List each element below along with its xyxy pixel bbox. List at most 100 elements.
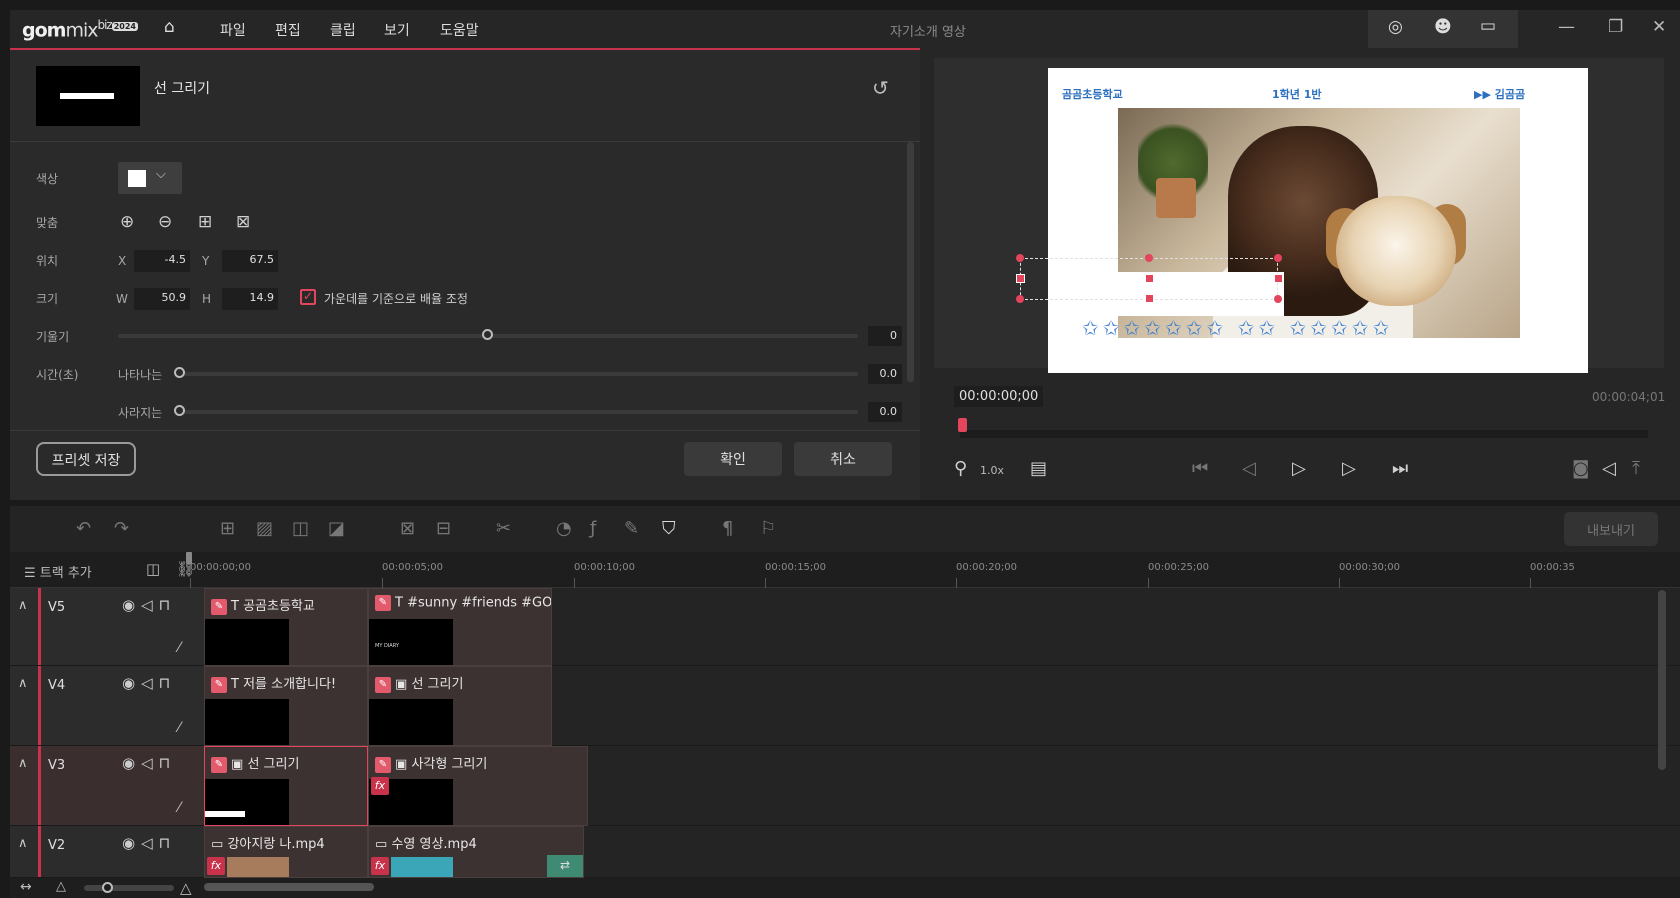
skip-end-icon[interactable]: ⏭ [1392,458,1408,479]
resize-handle[interactable] [1016,295,1024,303]
collapse-icon[interactable]: ∧ [18,836,28,851]
timeline-clip[interactable]: ▭ 수영 영상.mp4 fx ⇄ [368,826,584,878]
ok-button[interactable]: 확인 [684,442,782,476]
undo-icon[interactable]: ↶ [76,518,91,539]
align-center-v-icon[interactable]: ⊖ [158,212,172,232]
home-icon[interactable]: ⌂ [164,17,175,37]
eye-icon[interactable]: ◉ [122,596,141,614]
track-controls[interactable]: ◉◁⊓ [122,674,176,692]
delete-clip-icon[interactable]: ⊠ [400,518,415,539]
properties-scrollbar[interactable] [907,142,914,382]
h-input[interactable]: 14.9 [222,288,278,310]
add-clip-icon[interactable]: ⊞ [220,518,235,539]
align-fit-icon[interactable]: ⊠ [236,212,250,232]
crop-icon[interactable]: ▨ [256,518,273,539]
edit-icon[interactable]: ✎ [375,756,391,773]
lock-icon[interactable]: ⊓ [159,754,177,772]
wand-icon[interactable]: ⁄ [178,640,180,656]
volume-icon[interactable]: ◁ [1602,458,1616,479]
resize-handle[interactable] [1274,254,1282,262]
fx-badge-icon[interactable]: fx [207,857,225,875]
x-input[interactable]: -4.5 [134,250,190,272]
headset-icon[interactable]: ◎ [1388,17,1403,37]
skip-start-icon[interactable]: ⏮ [1192,458,1208,479]
timeline-clip[interactable]: ✎ T #sunny #friends #GO... MY DIARY [368,588,552,666]
resize-handle[interactable] [1145,294,1154,303]
edit-icon[interactable]: ✎ [211,756,227,773]
appear-slider-knob[interactable] [174,367,185,378]
redo-icon[interactable]: ↷ [114,518,129,539]
menu-file[interactable]: 파일 [220,20,246,40]
seek-bar[interactable] [960,430,1648,438]
minimize-icon[interactable]: — [1558,17,1575,37]
timeline-clip[interactable]: ✎ T 공곰초등학교 [204,588,368,666]
speed-icon[interactable]: ◔ [556,518,572,539]
wand-icon[interactable]: ⁄ [178,800,180,816]
eye-icon[interactable]: ◉ [122,674,141,692]
timeline-clip-selected[interactable]: ✎ ▣ 선 그리기 [204,746,368,826]
w-input[interactable]: 50.9 [134,288,190,310]
caption-icon[interactable]: ▤ [1030,458,1047,479]
collapse-icon[interactable]: ∧ [18,676,28,691]
fx-icon[interactable]: ƒ [590,518,596,539]
menu-clip[interactable]: 클립 [330,20,356,40]
menu-edit[interactable]: 편집 [275,20,301,40]
edit-icon[interactable]: ✎ [375,595,391,611]
transition-icon[interactable]: ⇄ [547,855,583,877]
timeline-ruler[interactable]: ☰ 트랙 추가 ◫ ⛓ 00:00:00;00 00:00:05;00 00:0… [10,552,1680,588]
fit-width-icon[interactable]: ↔ [20,879,32,895]
disappear-slider-knob[interactable] [174,405,185,416]
wand-icon[interactable]: ⁄ [178,720,180,736]
scale-center-checkbox[interactable]: ✓ [300,289,316,305]
eye-icon[interactable]: ◉ [122,834,141,852]
collapse-icon[interactable]: ∧ [18,756,28,771]
split-right-icon[interactable]: ◪ [328,518,345,539]
fx-badge-icon[interactable]: fx [371,777,389,795]
snapshot-icon[interactable]: ◙ [1572,458,1589,479]
disappear-value[interactable]: 0.0 [868,402,902,422]
edit-icon[interactable]: ✎ [211,676,227,693]
align-center-h-icon[interactable]: ⊕ [120,212,134,232]
resize-handle[interactable] [1274,295,1282,303]
play-icon[interactable]: ▷ [1292,458,1306,479]
lock-icon[interactable]: ⊓ [159,674,177,692]
cancel-button[interactable]: 취소 [794,442,892,476]
speaker-icon[interactable]: ◁ [141,674,159,692]
disappear-slider[interactable] [176,410,858,414]
timeline-horizontal-scrollbar[interactable] [204,883,374,891]
y-input[interactable]: 67.5 [222,250,278,272]
collapse-icon[interactable]: ∧ [18,598,28,613]
speaker-icon[interactable]: ◁ [141,754,159,772]
restore-icon[interactable]: ❐ [1608,17,1623,37]
resize-handle[interactable] [1145,274,1154,283]
lock-icon[interactable]: ⊓ [159,834,177,852]
save-icon[interactable]: ▭ [1480,16,1496,36]
zoom-in-icon[interactable]: △ [180,879,192,897]
speaker-icon[interactable]: ◁ [141,596,159,614]
close-icon[interactable]: ✕ [1652,17,1666,37]
eye-icon[interactable]: ◉ [122,754,141,772]
seek-playhead[interactable] [958,418,967,432]
fx-badge-icon[interactable]: fx [371,857,389,875]
delete-gap-icon[interactable]: ⊟ [436,518,451,539]
resize-handle[interactable] [1274,274,1283,283]
appear-value[interactable]: 0.0 [868,364,902,384]
timeline-vertical-scrollbar[interactable] [1658,590,1666,770]
menu-help[interactable]: 도움말 [440,20,479,40]
menu-view[interactable]: 보기 [384,20,410,40]
edit-icon[interactable]: ✎ [375,676,391,693]
split-icon[interactable]: ◫ [292,518,309,539]
align-distribute-icon[interactable]: ⊞ [198,212,212,232]
track-controls[interactable]: ◉◁⊓ [122,596,176,614]
add-track-button[interactable]: ☰ 트랙 추가 [24,562,92,581]
track-controls[interactable]: ◉◁⊓ [122,754,176,772]
zoom-slider-knob[interactable] [102,882,113,893]
export-button[interactable]: 내보내기 [1564,512,1658,546]
next-frame-icon[interactable]: ▷ [1342,458,1356,479]
speaker-icon[interactable]: ◁ [141,834,159,852]
color-picker[interactable]: ⌵ [118,162,182,194]
cut-icon[interactable]: ✂ [496,518,511,539]
appear-slider[interactable] [176,372,858,376]
flag-icon[interactable]: ⚐ [760,518,776,539]
timeline-clip[interactable]: ▭ 강아지랑 나.mp4 fx [204,826,368,878]
